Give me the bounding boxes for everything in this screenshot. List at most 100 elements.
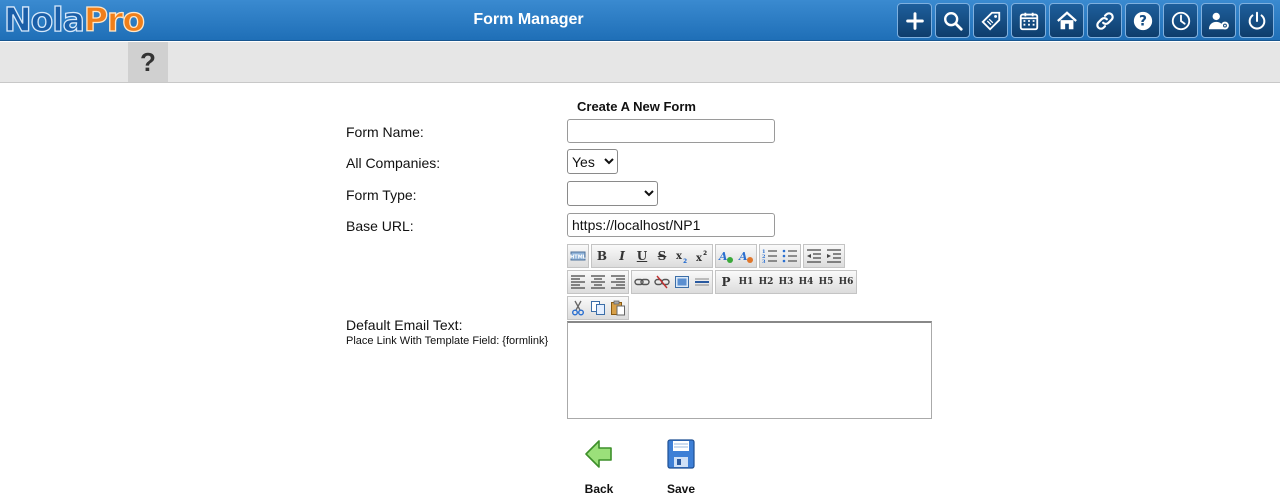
highlight-color-button[interactable]: A <box>736 245 756 267</box>
add-button[interactable] <box>897 3 932 38</box>
search-button[interactable] <box>935 3 970 38</box>
calendar-button[interactable] <box>1011 3 1046 38</box>
align-left-button[interactable] <box>568 271 588 293</box>
back-button[interactable]: Back <box>569 438 629 496</box>
form-type-select[interactable] <box>567 181 658 206</box>
insert-link-button[interactable] <box>632 271 652 293</box>
save-button[interactable]: Save <box>651 438 711 496</box>
align-left-icon <box>571 275 585 289</box>
all-companies-select[interactable]: Yes <box>567 149 618 174</box>
history-button[interactable] <box>1163 3 1198 38</box>
unlink-icon <box>654 275 670 289</box>
power-icon <box>1248 11 1265 29</box>
toolbar-icons: ? <box>897 3 1274 38</box>
cut-button[interactable] <box>568 297 588 319</box>
insert-image-button[interactable] <box>672 271 692 293</box>
user-settings-button[interactable] <box>1201 3 1236 38</box>
home-button[interactable] <box>1049 3 1084 38</box>
html-source-button[interactable]: HTML <box>568 245 588 267</box>
ordered-list-button[interactable]: 123 <box>760 245 780 267</box>
paragraph-button[interactable]: P <box>716 271 736 293</box>
align-right-icon <box>611 275 625 289</box>
indent-button[interactable] <box>824 245 844 267</box>
tag-icon <box>980 11 1000 31</box>
highlight-color-icon: A <box>738 250 753 263</box>
underline-icon: U <box>636 249 648 263</box>
all-companies-label: All Companies: <box>346 155 441 171</box>
svg-text:HTML: HTML <box>570 255 586 261</box>
tags-button[interactable] <box>973 3 1008 38</box>
superscript-button[interactable]: x2 <box>692 245 712 267</box>
email-text-hint: Place Link With Template Field: {formlin… <box>346 335 549 347</box>
copy-button[interactable] <box>588 297 608 319</box>
paste-icon <box>611 300 625 316</box>
text-color-button[interactable]: A <box>716 245 736 267</box>
bold-button[interactable]: B <box>592 245 612 267</box>
editor-toolbar-row-3 <box>567 296 629 320</box>
form-type-label: Form Type: <box>346 187 417 203</box>
strikethrough-icon: S <box>657 249 667 263</box>
editor-toolbar-row-2: P H1 H2 H3 H4 H5 H6 <box>567 270 857 294</box>
home-icon <box>1056 10 1077 29</box>
editor-group-indent <box>803 244 845 268</box>
form-title: Create A New Form <box>577 99 696 114</box>
heading-1-button[interactable]: H1 <box>736 271 756 293</box>
subscript-button[interactable]: x2 <box>672 245 692 267</box>
email-text-editor[interactable] <box>567 321 932 419</box>
heading-6-button[interactable]: H6 <box>836 271 856 293</box>
image-icon <box>675 276 689 288</box>
copy-icon <box>591 301 605 315</box>
logout-button[interactable] <box>1239 3 1274 38</box>
help-button[interactable]: ? <box>1125 3 1160 38</box>
form-name-input[interactable] <box>567 119 775 143</box>
html-source-icon: HTML <box>570 251 586 261</box>
search-icon <box>943 11 963 31</box>
help-icon: ? <box>1133 11 1152 30</box>
align-center-button[interactable] <box>588 271 608 293</box>
svg-text:A: A <box>738 250 748 263</box>
heading-5-button[interactable]: H5 <box>816 271 836 293</box>
subscript-icon: x2 <box>676 251 687 264</box>
editor-group-format: B I U S x2 x2 <box>591 244 713 268</box>
outdent-button[interactable] <box>804 245 824 267</box>
text-color-icon: A <box>718 250 733 263</box>
svg-text:3: 3 <box>762 259 766 264</box>
cut-icon <box>572 300 584 316</box>
svg-text:2: 2 <box>683 258 687 264</box>
links-button[interactable] <box>1087 3 1122 38</box>
save-disk-icon <box>667 439 695 469</box>
editor-group-lists: 123 <box>759 244 801 268</box>
heading-2-button[interactable]: H2 <box>756 271 776 293</box>
heading-3-button[interactable]: H3 <box>776 271 796 293</box>
form-name-label: Form Name: <box>346 124 424 140</box>
heading-1-label: H1 <box>738 277 754 287</box>
italic-icon: I <box>619 249 625 263</box>
italic-button[interactable]: I <box>612 245 632 267</box>
unlink-button[interactable] <box>652 271 672 293</box>
base-url-input[interactable] <box>567 213 775 237</box>
plus-icon <box>905 11 924 30</box>
user-settings-icon <box>1208 12 1229 30</box>
calendar-icon <box>1019 12 1038 30</box>
ordered-list-icon: 123 <box>762 249 777 264</box>
editor-group-insert <box>631 270 713 294</box>
base-url-label: Base URL: <box>346 218 414 234</box>
heading-6-label: H6 <box>838 277 854 287</box>
page-help-button[interactable]: ? <box>128 42 168 82</box>
strikethrough-button[interactable]: S <box>652 245 672 267</box>
svg-text:?: ? <box>1139 13 1147 29</box>
svg-text:x: x <box>676 251 683 262</box>
heading-4-button[interactable]: H4 <box>796 271 816 293</box>
unordered-list-icon <box>782 249 797 263</box>
editor-group-clipboard <box>567 296 629 320</box>
superscript-icon: x2 <box>696 250 707 264</box>
underline-button[interactable]: U <box>632 245 652 267</box>
horizontal-rule-button[interactable] <box>692 271 712 293</box>
svg-text:x: x <box>696 253 703 264</box>
paste-button[interactable] <box>608 297 628 319</box>
align-right-button[interactable] <box>608 271 628 293</box>
unordered-list-button[interactable] <box>780 245 800 267</box>
back-label: Back <box>584 482 614 496</box>
clock-icon <box>1171 11 1190 30</box>
heading-4-label: H4 <box>798 277 814 287</box>
